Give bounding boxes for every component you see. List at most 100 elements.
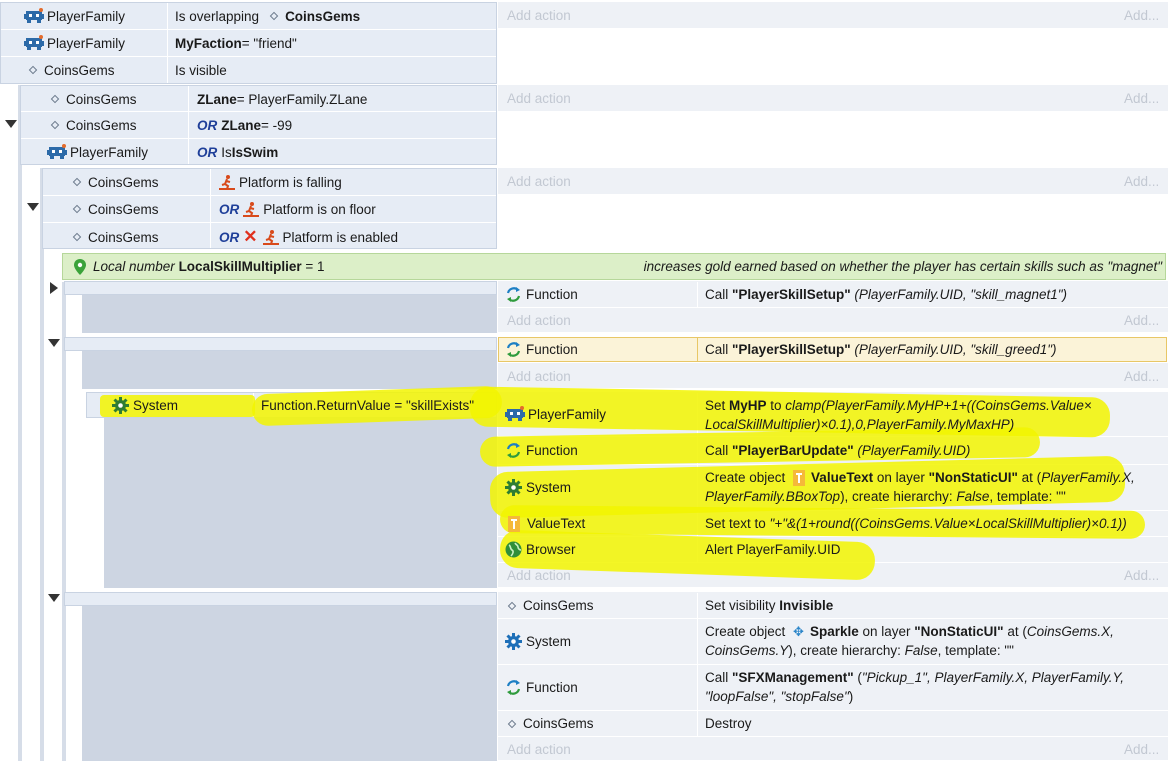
action-object[interactable]: CoinsGems — [505, 711, 594, 736]
add-action-row[interactable] — [498, 363, 1168, 389]
action-connector: at ( — [1017, 470, 1042, 485]
add-action-link[interactable]: Add action — [507, 308, 571, 333]
condition-text[interactable]: Is visible — [175, 59, 227, 81]
action-text[interactable]: Call "SFXManagement" ("Pickup_1", Player… — [705, 668, 1124, 706]
event-7-conditions[interactable] — [64, 592, 497, 606]
add-more-link[interactable]: Add... — [1124, 737, 1159, 761]
action-object[interactable]: System — [505, 629, 571, 653]
object-name: System — [526, 633, 572, 649]
action-object[interactable]: Function — [505, 437, 578, 464]
condition-text[interactable]: OR ✕ Platform is enabled — [219, 226, 398, 248]
condition-row[interactable]: PlayerFamily — [24, 32, 125, 54]
condition-expression: = "friend" — [241, 35, 297, 51]
action-object[interactable]: ValueText — [505, 511, 585, 536]
condition-text[interactable]: Is overlapping CoinsGems — [175, 5, 360, 27]
object-name: Function — [526, 679, 578, 695]
action-object[interactable]: Browser — [505, 537, 576, 562]
condition-row[interactable]: CoinsGems — [48, 88, 137, 110]
action-text[interactable]: Call "PlayerSkillSetup" (PlayerFamily.UI… — [705, 281, 1067, 308]
add-action-row[interactable] — [498, 308, 1168, 333]
collapse-toggle[interactable] — [48, 339, 60, 347]
object-name: PlayerFamily — [70, 144, 149, 160]
add-more-link[interactable]: Add... — [1124, 308, 1159, 333]
variable-name: ZLane — [197, 91, 237, 107]
condition-text[interactable]: OR Is IsSwim — [197, 141, 278, 163]
action-object[interactable]: Function — [505, 337, 578, 362]
add-action-link[interactable]: Add action — [507, 563, 571, 588]
action-object[interactable]: Function — [505, 675, 578, 699]
action-verb: Set visibility — [705, 598, 780, 613]
condition-text[interactable]: ZLane = PlayerFamily.ZLane — [197, 88, 367, 110]
event-5-conditions[interactable] — [64, 337, 497, 351]
add-more-link[interactable]: Add... — [1124, 563, 1159, 588]
condition-row[interactable]: PlayerFamily — [24, 5, 125, 27]
condition-row[interactable]: CoinsGems — [26, 59, 115, 81]
action-object[interactable]: PlayerFamily — [505, 402, 606, 426]
action-text[interactable]: Set visibility Invisible — [705, 593, 833, 618]
condition-row[interactable]: PlayerFamily — [47, 141, 148, 163]
condition-row[interactable]: CoinsGems — [70, 171, 159, 193]
object-name: PlayerFamily — [528, 406, 607, 422]
action-object[interactable]: Function — [505, 281, 578, 308]
collapse-toggle[interactable] — [48, 594, 60, 602]
add-action-link[interactable]: Add action — [507, 2, 571, 29]
condition-text[interactable]: MyFaction = "friend" — [175, 32, 297, 54]
collapse-toggle[interactable] — [5, 120, 17, 128]
action-text[interactable]: Set text to "+"&(1+round((CoinsGems.Valu… — [705, 511, 1127, 536]
add-action-link[interactable]: Add action — [507, 737, 571, 761]
globe-icon — [505, 541, 522, 558]
add-more-link[interactable]: Add... — [1124, 2, 1159, 29]
add-more-link[interactable]: Add... — [1124, 85, 1159, 112]
action-verb: Create object — [705, 624, 790, 639]
action-object[interactable]: CoinsGems — [505, 593, 594, 618]
or-keyword: OR — [219, 229, 240, 245]
condition-row[interactable]: CoinsGems — [70, 226, 159, 248]
action-verb: Set text to — [705, 516, 770, 531]
or-keyword: OR — [219, 201, 240, 217]
condition-text[interactable]: OR ZLane = -99 — [197, 114, 292, 136]
action-connector: ) — [848, 689, 854, 704]
action-verb: Destroy — [705, 716, 752, 731]
condition-text[interactable]: Platform is falling — [219, 171, 342, 193]
action-object[interactable]: System — [505, 475, 571, 499]
action-text[interactable]: Call "PlayerBarUpdate" (PlayerFamily.UID… — [705, 437, 970, 464]
action-text[interactable]: Call "PlayerSkillSetup" (PlayerFamily.UI… — [705, 337, 1057, 362]
condition-object[interactable]: System — [112, 392, 178, 418]
action-text[interactable]: Create object ValueText on layer "NonSta… — [705, 468, 1135, 506]
object-name: CoinsGems — [66, 117, 137, 133]
add-more-link[interactable]: Add... — [1124, 363, 1159, 389]
condition-row[interactable]: CoinsGems — [70, 198, 159, 220]
condition-expression: = -99 — [261, 117, 293, 133]
object-name: CoinsGems — [88, 174, 159, 190]
object-name: PlayerFamily — [47, 8, 126, 24]
add-more-link[interactable]: Add... — [1124, 168, 1159, 195]
expression: "+"&(1+round((CoinsGems.Value×LocalSkill… — [769, 516, 1127, 531]
add-action-link[interactable]: Add action — [507, 363, 571, 389]
coins-gems-icon — [72, 204, 82, 214]
action-connector: on layer — [873, 470, 929, 485]
coins-gems-icon — [50, 120, 60, 130]
variable-name: MyHP — [729, 398, 767, 413]
condition-text[interactable]: Function.ReturnValue = "skillExists" — [261, 392, 474, 418]
expand-toggle[interactable] — [50, 282, 58, 294]
add-action-row[interactable] — [498, 168, 1168, 195]
add-action-link[interactable]: Add action — [507, 85, 571, 112]
condition-verb: Platform is on floor — [263, 201, 376, 217]
collapse-toggle[interactable] — [27, 203, 39, 211]
action-connector: at ( — [1003, 624, 1027, 639]
object-name: ValueText — [527, 516, 586, 531]
condition-expression: Function.ReturnValue = "skillExists" — [261, 397, 475, 413]
condition-row[interactable]: CoinsGems — [48, 114, 137, 136]
player-family-icon — [24, 35, 44, 51]
action-text[interactable]: Destroy — [705, 711, 752, 736]
action-text[interactable]: Alert PlayerFamily.UID — [705, 537, 841, 562]
condition-text[interactable]: OR Platform is on floor — [219, 198, 376, 220]
system-gear-icon — [505, 632, 522, 650]
add-action-row[interactable] — [498, 2, 1168, 29]
action-text[interactable]: Create object ✥ Sparkle on layer "NonStat… — [705, 622, 1114, 660]
add-action-row[interactable] — [498, 85, 1168, 112]
event-4-conditions[interactable] — [64, 281, 497, 295]
action-text[interactable]: Set MyHP to clamp(PlayerFamily.MyHP+1+((… — [705, 396, 1092, 434]
condition-verb: Is — [221, 144, 232, 160]
add-action-link[interactable]: Add action — [507, 168, 571, 195]
